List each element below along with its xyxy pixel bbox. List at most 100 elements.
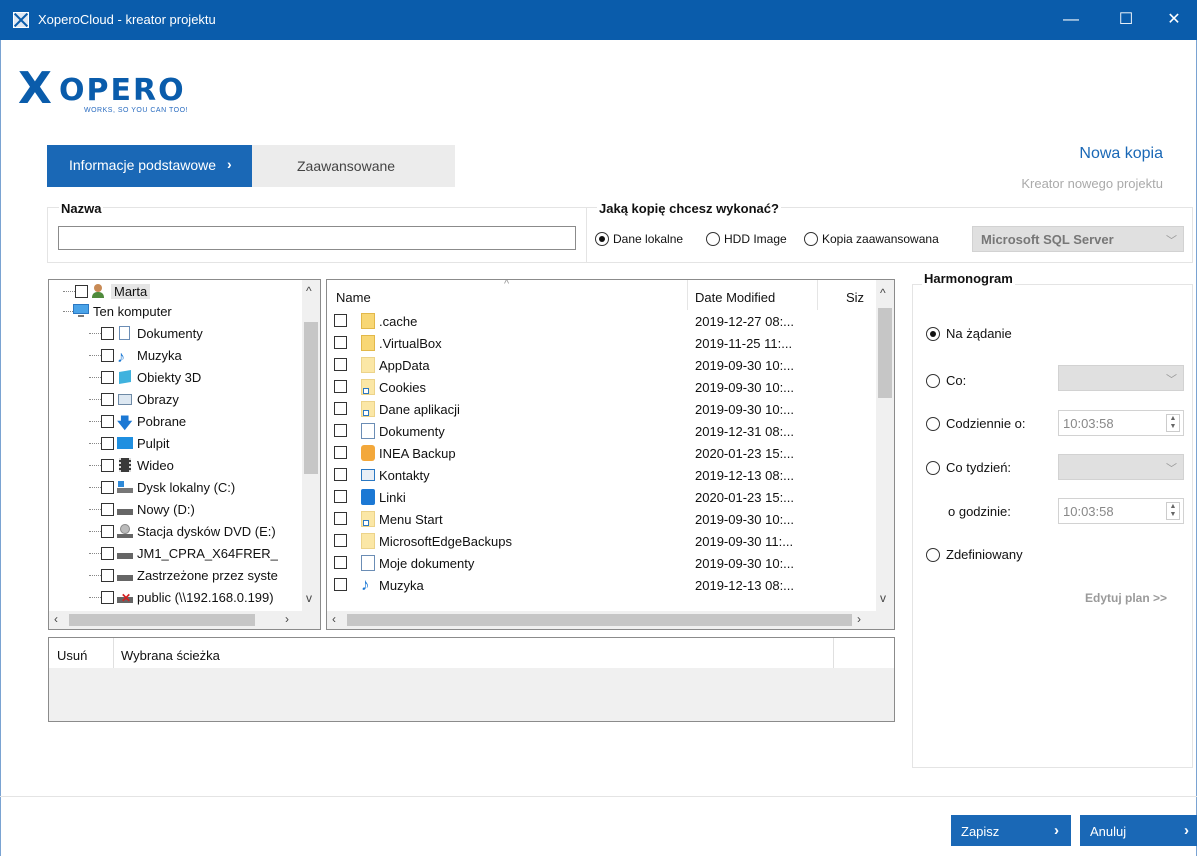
radio-dane-lokalne[interactable]: Dane lokalne [595, 232, 683, 246]
file-row[interactable]: Cookies 2019-09-30 10:... [327, 377, 872, 399]
checkbox[interactable] [334, 490, 347, 503]
advanced-type-select[interactable]: Microsoft SQL Server ﹀ [972, 226, 1184, 252]
checkbox[interactable] [334, 446, 347, 459]
tree-item-muzyka[interactable]: ♪ Muzyka [89, 348, 182, 368]
tree-item-dysk-c[interactable]: Dysk lokalny (C:) [89, 480, 235, 500]
tree-item-jm1[interactable]: JM1_CPRA_X64FRER_ [89, 546, 278, 566]
tree-item-ten-komputer[interactable]: Ten komputer [63, 304, 172, 324]
checkbox[interactable] [101, 349, 114, 362]
checkbox[interactable] [101, 393, 114, 406]
checkbox[interactable] [101, 547, 114, 560]
scroll-left-icon[interactable]: ‹ [332, 612, 336, 626]
checkbox[interactable] [334, 534, 347, 547]
radio-kopia-zaawansowana[interactable]: Kopia zaawansowana [804, 232, 939, 246]
spinner-icon[interactable]: ▲ ▼ [1166, 502, 1180, 520]
file-row[interactable]: .cache 2019-12-27 08:... [327, 311, 872, 333]
tree-item-zastrzezone[interactable]: Zastrzeżone przez syste [89, 568, 278, 588]
file-row[interactable]: Dane aplikacji 2019-09-30 10:... [327, 399, 872, 421]
checkbox[interactable] [101, 415, 114, 428]
file-row[interactable]: Linki 2020-01-23 15:... [327, 487, 872, 509]
scroll-thumb[interactable] [878, 308, 892, 398]
scroll-thumb[interactable] [69, 614, 255, 626]
scroll-up-icon[interactable]: ^ [880, 286, 886, 300]
close-button[interactable]: ✕ [1151, 6, 1197, 34]
weekly-time-input[interactable]: 10:03:58 ▲ ▼ [1058, 498, 1184, 524]
tree-item-nowy-d[interactable]: Nowy (D:) [89, 502, 195, 522]
checkbox[interactable] [101, 437, 114, 450]
checkbox[interactable] [101, 525, 114, 538]
tree-item-public[interactable]: ✕ public (\\192.168.0.199) [89, 590, 274, 610]
checkbox[interactable] [101, 481, 114, 494]
scroll-down-icon[interactable]: v [306, 591, 312, 605]
tree-item-dokumenty[interactable]: Dokumenty [89, 326, 203, 346]
radio-defined[interactable]: Zdefiniowany [926, 547, 1023, 562]
checkbox[interactable] [334, 314, 347, 327]
tree-item-marta[interactable]: Marta [63, 284, 151, 304]
edit-plan-link[interactable]: Edytuj plan >> [1085, 591, 1167, 605]
save-button[interactable]: Zapisz › [951, 815, 1071, 846]
checkbox[interactable] [334, 578, 347, 591]
scroll-down-icon[interactable]: v [880, 591, 886, 605]
tab-informacje-podstawowe[interactable]: Informacje podstawowe › [47, 145, 252, 187]
checkbox[interactable] [101, 459, 114, 472]
tree-vertical-scrollbar[interactable]: ^ v [302, 280, 320, 611]
checkbox[interactable] [334, 512, 347, 525]
scroll-thumb[interactable] [304, 322, 318, 474]
maximize-button[interactable]: ☐ [1103, 6, 1149, 34]
radio-every[interactable]: Co: [926, 373, 966, 388]
column-name[interactable]: Name [336, 290, 371, 305]
folder-tree[interactable]: Marta Ten komputer Dokumenty ♪ Muzyka Obi… [48, 279, 321, 630]
file-list[interactable]: Name ^ Date Modified Siz .cache 2019-12-2… [326, 279, 895, 630]
scroll-thumb[interactable] [347, 614, 852, 626]
file-row[interactable]: AppData 2019-09-30 10:... [327, 355, 872, 377]
checkbox[interactable] [101, 569, 114, 582]
weekday-select[interactable]: ﹀ [1058, 454, 1184, 480]
checkbox[interactable] [334, 468, 347, 481]
cancel-button[interactable]: Anuluj › [1080, 815, 1197, 846]
file-row[interactable]: MicrosoftEdgeBackups 2019-09-30 11:... [327, 531, 872, 553]
tree-item-wideo[interactable]: Wideo [89, 458, 174, 478]
tree-horizontal-scrollbar[interactable]: ‹ › [49, 611, 320, 629]
scroll-left-icon[interactable]: ‹ [54, 612, 58, 626]
file-row[interactable]: Moje dokumenty 2019-09-30 10:... [327, 553, 872, 575]
radio-hdd-image[interactable]: HDD Image [706, 232, 787, 246]
column-date-modified[interactable]: Date Modified [695, 290, 775, 305]
tab-zaawansowane[interactable]: Zaawansowane [297, 158, 395, 174]
checkbox[interactable] [101, 327, 114, 340]
radio-weekly[interactable]: Co tydzień: [926, 460, 1011, 475]
file-row[interactable]: .VirtualBox 2019-11-25 11:... [327, 333, 872, 355]
radio-on-demand[interactable]: Na żądanie [926, 326, 1012, 341]
checkbox[interactable] [75, 285, 88, 298]
checkbox[interactable] [101, 503, 114, 516]
file-row[interactable]: Menu Start 2019-09-30 10:... [327, 509, 872, 531]
file-row[interactable]: Dokumenty 2019-12-31 08:... [327, 421, 872, 443]
tree-item-dvd-e[interactable]: Stacja dysków DVD (E:) [89, 524, 276, 544]
minimize-button[interactable]: — [1048, 6, 1094, 34]
checkbox[interactable] [334, 380, 347, 393]
tree-item-obrazy[interactable]: Obrazy [89, 392, 179, 412]
tree-item-obiekty-3d[interactable]: Obiekty 3D [89, 369, 201, 390]
radio-daily[interactable]: Codziennie o: [926, 416, 1026, 431]
file-row[interactable]: ♪ Muzyka 2019-12-13 08:... [327, 575, 872, 597]
scroll-up-icon[interactable]: ^ [306, 284, 312, 298]
column-size[interactable]: Siz [846, 290, 864, 305]
files-vertical-scrollbar[interactable]: ^ v [876, 280, 894, 611]
scroll-right-icon[interactable]: › [857, 612, 861, 626]
scroll-right-icon[interactable]: › [285, 612, 289, 626]
checkbox[interactable] [334, 402, 347, 415]
files-horizontal-scrollbar[interactable]: ‹ › [327, 611, 894, 629]
file-row[interactable]: Kontakty 2019-12-13 08:... [327, 465, 872, 487]
spinner-icon[interactable]: ▲ ▼ [1166, 414, 1180, 432]
checkbox[interactable] [334, 358, 347, 371]
checkbox[interactable] [101, 591, 114, 604]
tree-item-pobrane[interactable]: 🡇 Pobrane [89, 414, 186, 434]
checkbox[interactable] [334, 424, 347, 437]
name-input[interactable] [58, 226, 576, 250]
file-row[interactable]: INEA Backup 2020-01-23 15:... [327, 443, 872, 465]
daily-time-input[interactable]: 10:03:58 ▲ ▼ [1058, 410, 1184, 436]
selected-paths-table[interactable]: Usuń Wybrana ścieżka [48, 637, 895, 722]
checkbox[interactable] [334, 336, 347, 349]
tree-item-pulpit[interactable]: Pulpit [89, 436, 170, 456]
checkbox[interactable] [334, 556, 347, 569]
checkbox[interactable] [101, 371, 114, 384]
